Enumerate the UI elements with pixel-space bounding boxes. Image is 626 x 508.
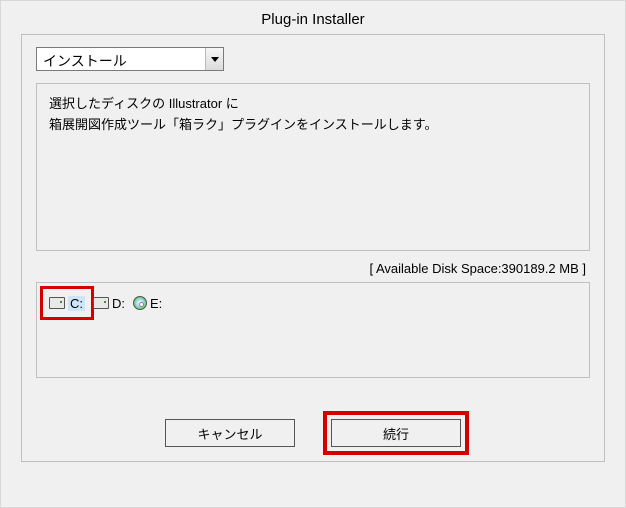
continue-button[interactable]: 続行 [331, 419, 461, 447]
chevron-down-icon [211, 57, 219, 62]
drives-panel: C: D: E: [36, 282, 590, 378]
button-row: キャンセル 続行 [22, 419, 604, 447]
drive-e[interactable]: E: [131, 293, 164, 313]
drive-label: E: [150, 296, 162, 311]
drive-label: C: [68, 296, 85, 311]
action-row: インストール [36, 47, 590, 71]
drive-d[interactable]: D: [91, 293, 127, 313]
description-line-2: 箱展開図作成ツール「箱ラク」プラグインをインストールします。 [49, 115, 577, 136]
cancel-button[interactable]: キャンセル [165, 419, 295, 447]
cd-icon [133, 296, 147, 310]
action-select[interactable]: インストール [36, 47, 224, 71]
drive-label: D: [112, 296, 125, 311]
description-panel: 選択したディスクの Illustrator に 箱展開図作成ツール「箱ラク」プラ… [36, 83, 590, 251]
drive-c[interactable]: C: [47, 293, 87, 313]
dropdown-button[interactable] [205, 48, 223, 70]
description-line-1: 選択したディスクの Illustrator に [49, 94, 577, 115]
window-title: Plug-in Installer [1, 1, 625, 34]
action-select-value: インストール [43, 51, 127, 71]
hdd-icon [93, 297, 109, 309]
installer-window: Plug-in Installer インストール 選択したディスクの Illus… [0, 0, 626, 508]
hdd-icon [49, 297, 65, 309]
disk-space-label: [ Available Disk Space:390189.2 MB ] [36, 261, 586, 276]
main-panel: インストール 選択したディスクの Illustrator に 箱展開図作成ツール… [21, 34, 605, 462]
